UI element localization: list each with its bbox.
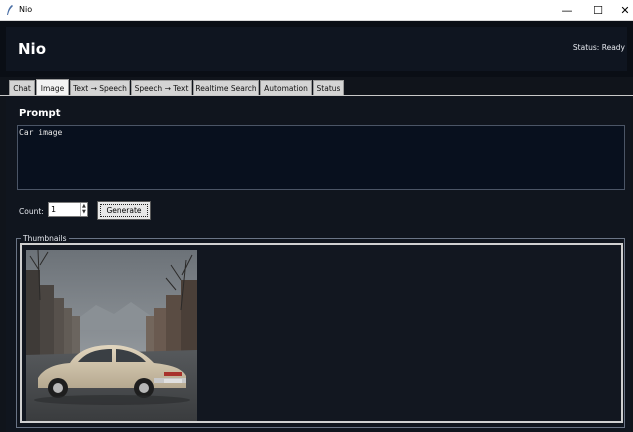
count-spin-buttons: ▲ ▼: [80, 203, 88, 216]
header-band: [6, 27, 627, 71]
tab-text-to-speech[interactable]: Text → Speech: [70, 80, 130, 95]
feather-icon: [7, 5, 13, 15]
status-label: Status: Ready: [572, 43, 625, 52]
window-titlebar: Nio: [0, 0, 633, 21]
prompt-input[interactable]: [17, 125, 625, 190]
thumbnails-label: Thumbnails: [21, 234, 69, 243]
tab-status[interactable]: Status: [313, 80, 344, 95]
app-name: Nio: [18, 40, 47, 58]
prompt-title: Prompt: [19, 108, 61, 119]
prompt-text: Car image: [19, 128, 63, 137]
minimize-button[interactable]: —: [551, 0, 583, 20]
tab-speech-to-text[interactable]: Speech → Text: [131, 80, 192, 95]
tab-automation[interactable]: Automation: [260, 80, 312, 95]
close-button[interactable]: ✕: [609, 0, 633, 20]
minimize-icon: —: [561, 3, 573, 17]
tab-chat[interactable]: Chat: [9, 80, 35, 95]
count-label: Count:: [19, 207, 44, 216]
tab-image[interactable]: Image: [36, 79, 69, 96]
maximize-icon: ☐: [593, 3, 603, 17]
generate-button[interactable]: Generate: [97, 201, 151, 220]
tab-realtime-search[interactable]: Realtime Search: [193, 80, 259, 95]
car-photo-thumbnail[interactable]: [26, 250, 197, 421]
window-title: Nio: [19, 5, 33, 14]
spin-down-icon[interactable]: ▼: [82, 210, 86, 215]
count-value: 1: [51, 205, 57, 214]
app-header: [0, 21, 633, 77]
close-icon: ✕: [620, 3, 630, 17]
